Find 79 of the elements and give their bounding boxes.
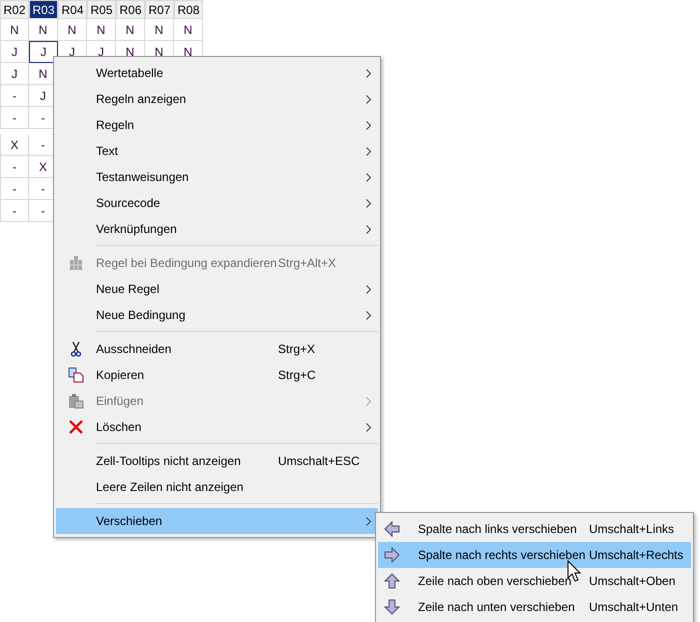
menu-item-label: Kopieren bbox=[96, 368, 146, 382]
menu-item-label: Verknüpfungen bbox=[96, 222, 178, 236]
shortcut-label: Strg+Alt+X bbox=[278, 256, 336, 270]
table-cell[interactable]: N bbox=[0, 19, 29, 41]
table-cell[interactable]: N bbox=[116, 19, 145, 41]
up-arrow-icon bbox=[384, 573, 400, 589]
menu-item[interactable]: Spalte nach rechts verschieben Umschalt+Rechts bbox=[378, 542, 691, 568]
menu-item[interactable]: Regeln anzeigen bbox=[56, 86, 378, 112]
menu-item-label: Testanweisungen bbox=[96, 170, 190, 184]
menu-item[interactable]: Verschieben bbox=[56, 508, 378, 534]
left-arrow-icon bbox=[384, 521, 400, 537]
column-header[interactable]: R04 bbox=[58, 0, 87, 19]
table-cell[interactable]: - bbox=[0, 178, 29, 200]
table-cell[interactable]: J bbox=[0, 63, 29, 85]
menu-item-label: Ausschneiden bbox=[96, 342, 172, 356]
menu-item-label: Text bbox=[96, 144, 120, 158]
menu-item[interactable]: Neue Regel bbox=[56, 276, 378, 302]
down-arrow-icon bbox=[384, 599, 400, 615]
menu-item[interactable]: Zeile nach unten verschieben Umschalt+Unten bbox=[378, 594, 691, 620]
table-cell[interactable]: N bbox=[29, 19, 58, 41]
delete-icon bbox=[68, 419, 84, 435]
menu-item-label: Regeln anzeigen bbox=[96, 92, 188, 106]
menu-item-label: Regeln bbox=[96, 118, 136, 132]
shortcut-label: Umschalt+Links bbox=[589, 522, 674, 536]
menu-item[interactable]: Löschen bbox=[56, 414, 378, 440]
shortcut-label: Strg+X bbox=[278, 342, 316, 356]
menu-item-label: Einfügen bbox=[96, 394, 144, 408]
shortcut-label: Strg+C bbox=[278, 368, 316, 382]
menu-item-label: Regel bei Bedingung expandieren bbox=[96, 256, 278, 270]
right-arrow-icon bbox=[384, 547, 400, 563]
menu-item-label: Zell-Tooltips nicht anzeigen bbox=[96, 454, 242, 468]
table-cell[interactable]: N bbox=[87, 19, 116, 41]
column-header[interactable]: R06 bbox=[116, 0, 145, 19]
menu-item-label: Löschen bbox=[96, 420, 142, 434]
table-cell[interactable]: N bbox=[145, 19, 174, 41]
menu-item[interactable]: Leere Zeilen nicht anzeigen bbox=[56, 474, 378, 500]
menu-item[interactable]: Zell-Tooltips nicht anzeigen Umschalt+ESC bbox=[56, 448, 378, 474]
menu-item-label: Neue Bedingung bbox=[96, 308, 186, 322]
table-cell[interactable]: - bbox=[0, 200, 29, 222]
column-header[interactable]: R07 bbox=[145, 0, 174, 19]
menu-item[interactable]: Text bbox=[56, 138, 378, 164]
scissors-icon bbox=[70, 341, 82, 357]
menu-item[interactable]: Zeile nach oben verschieben Umschalt+Oben bbox=[378, 568, 691, 594]
shortcut-label: Umschalt+ESC bbox=[278, 454, 360, 468]
shortcut-label: Umschalt+Unten bbox=[589, 600, 678, 614]
menu-item-label: Verschieben bbox=[96, 514, 164, 528]
menu-item[interactable]: Testanweisungen bbox=[56, 164, 378, 190]
table-cell[interactable]: J bbox=[0, 41, 29, 63]
menu-item[interactable]: Neue Bedingung bbox=[56, 302, 378, 328]
shortcut-label: Umschalt+Oben bbox=[589, 574, 676, 588]
menu-item-label: Sourcecode bbox=[96, 196, 162, 210]
shortcut-label: Umschalt+Rechts bbox=[589, 548, 684, 562]
copy-icon bbox=[68, 367, 84, 383]
clipboard-icon bbox=[68, 393, 84, 409]
table-cell[interactable]: - bbox=[0, 156, 29, 178]
menu-item[interactable]: Verknüpfungen bbox=[56, 216, 378, 242]
column-header[interactable]: R03 bbox=[29, 0, 58, 19]
menu-item[interactable]: Ausschneiden Strg+X bbox=[56, 336, 378, 362]
menu-item[interactable]: Wertetabelle bbox=[56, 60, 378, 86]
table-cell[interactable]: - bbox=[0, 107, 29, 129]
column-header[interactable]: R08 bbox=[174, 0, 203, 19]
tree-icon bbox=[68, 255, 84, 271]
column-header[interactable]: R05 bbox=[87, 0, 116, 19]
table-cell[interactable]: X bbox=[0, 134, 29, 156]
menu-item-label: Spalte nach rechts verschieben bbox=[417, 548, 586, 562]
menu-item-label: Zeile nach unten verschieben bbox=[417, 600, 576, 614]
table-cell[interactable]: N bbox=[174, 19, 203, 41]
menu-item[interactable]: Kopieren Strg+C bbox=[56, 362, 378, 388]
menu-item-label: Wertetabelle bbox=[96, 66, 164, 80]
menu-item-label: Spalte nach links verschieben bbox=[417, 522, 578, 536]
menu-item-label: Leere Zeilen nicht anzeigen bbox=[96, 480, 244, 494]
menu-item[interactable]: Sourcecode bbox=[56, 190, 378, 216]
column-header[interactable]: R02 bbox=[0, 0, 29, 19]
menu-item[interactable]: Spalte nach links verschieben Umschalt+Links bbox=[378, 516, 691, 542]
menu-item[interactable]: Regeln bbox=[56, 112, 378, 138]
menu-item-label: Zeile nach oben verschieben bbox=[417, 574, 572, 588]
table-cell[interactable]: - bbox=[0, 85, 29, 107]
menu-item-label: Neue Regel bbox=[96, 282, 160, 296]
table-cell[interactable]: N bbox=[58, 19, 87, 41]
